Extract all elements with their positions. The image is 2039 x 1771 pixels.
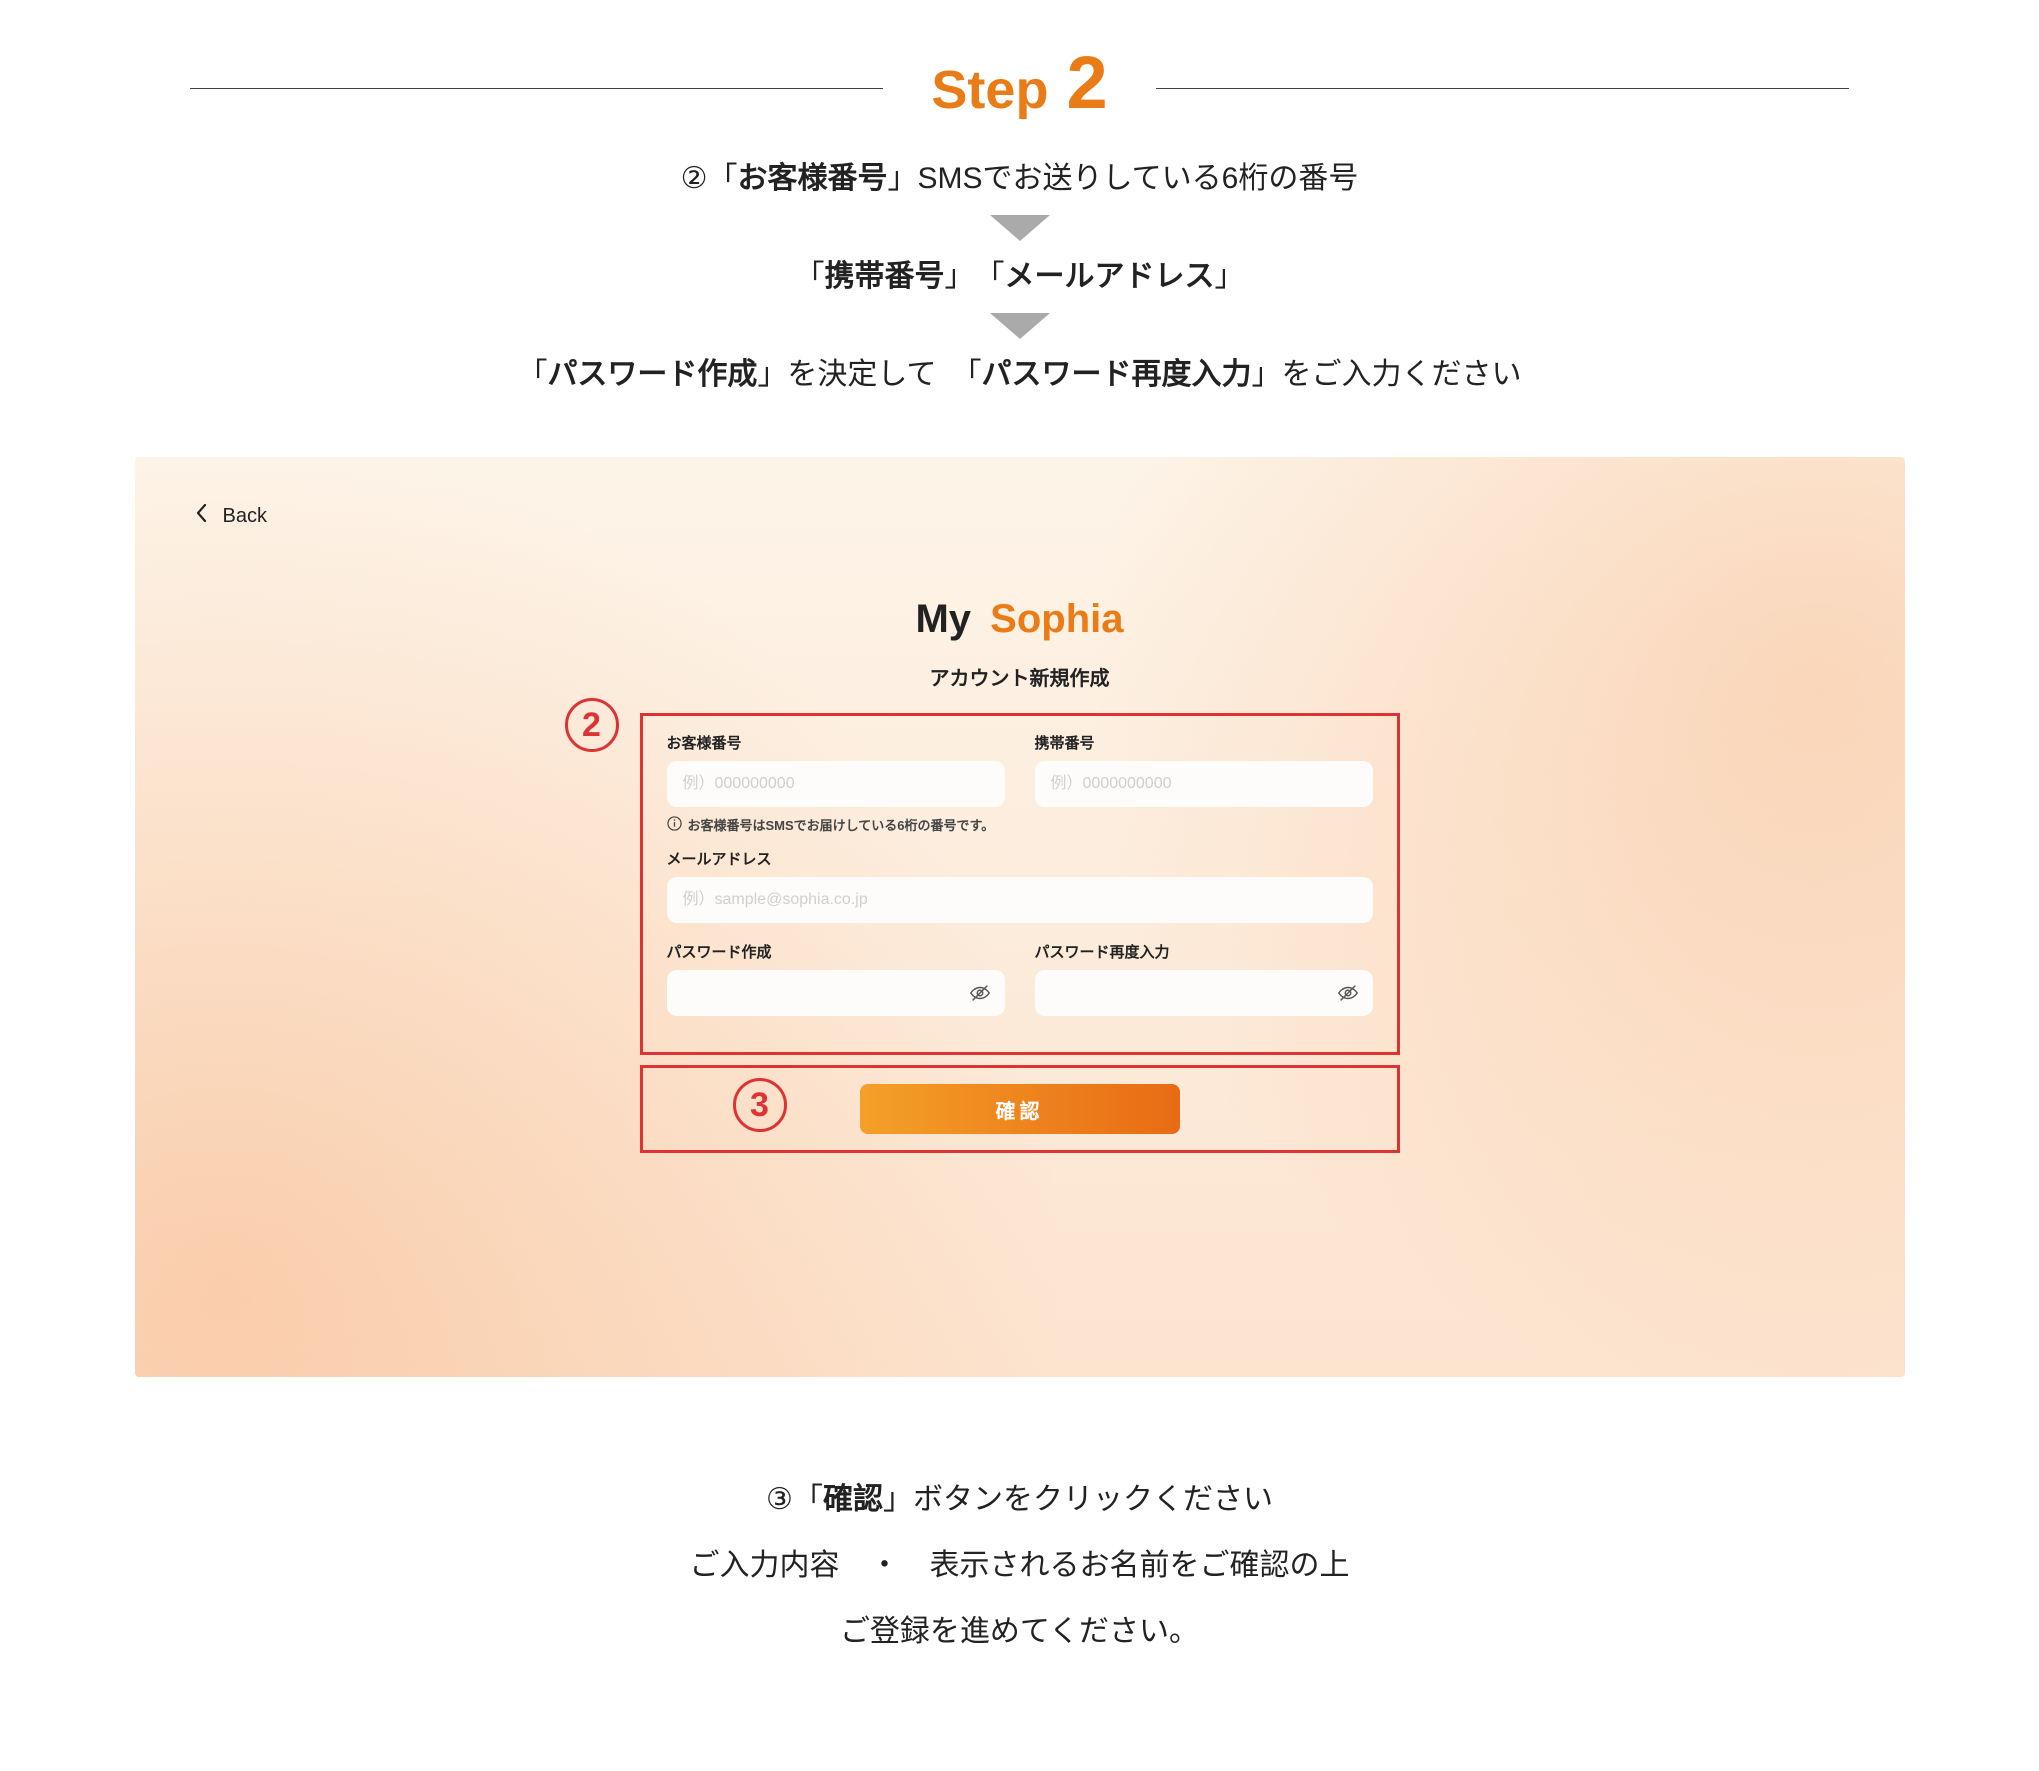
back-label: Back: [223, 505, 267, 528]
brand-sophia: Sophia: [990, 597, 1123, 641]
password-label: パスワード作成: [667, 941, 1005, 962]
text: 「: [795, 260, 825, 293]
instruction-line-2: 「携帯番号」 「メールアドレス」: [0, 253, 2039, 301]
email-input[interactable]: [667, 877, 1373, 923]
footer-line-2: ご入力内容 ・ 表示されるお名前をご確認の上: [0, 1533, 2039, 1599]
text-bold: メールアドレス: [1005, 260, 1215, 293]
chevron-left-icon: [195, 503, 207, 529]
text-bold: パスワード再度入力: [982, 358, 1252, 391]
instruction-flow: ②「お客様番号」SMSでお送りしている6桁の番号 「携帯番号」 「メールアドレス…: [0, 155, 2039, 399]
footer-line-3: ご登録を進めてください。: [0, 1599, 2039, 1665]
divider: [190, 88, 883, 89]
text: 」SMSでお送りしている6桁の番号: [888, 162, 1359, 195]
text: 」を決定して 「: [757, 358, 981, 391]
app-screenshot: Back My Sophia アカウント新規作成 2 お客様番号 携帯番号: [135, 457, 1905, 1377]
text-bold: 携帯番号: [825, 260, 945, 293]
info-icon: [667, 816, 682, 834]
step-word: Step: [931, 59, 1048, 121]
text: 」ボタンをクリックください: [883, 1483, 1273, 1516]
customer-number-label: お客様番号: [667, 732, 1005, 753]
text: ②「: [681, 162, 738, 195]
footer-line-1: ③「確認」ボタンをクリックください: [0, 1467, 2039, 1533]
brand-my: My: [915, 597, 971, 641]
password-confirm-label: パスワード再度入力: [1035, 941, 1373, 962]
password-field: パスワード作成: [667, 941, 1005, 1016]
phone-label: 携帯番号: [1035, 732, 1373, 753]
email-label: メールアドレス: [667, 848, 1373, 869]
form-fields-box: 2 お客様番号 携帯番号 お客様番号はSMSでお届けしている6桁の番号です。: [640, 713, 1400, 1055]
brand-title: My Sophia: [640, 597, 1400, 642]
text: 」: [1215, 260, 1245, 293]
confirm-button[interactable]: 確認: [860, 1084, 1180, 1134]
footer-instructions: ③「確認」ボタンをクリックください ご入力内容 ・ 表示されるお名前をご確認の上…: [0, 1467, 2039, 1665]
password-confirm-field: パスワード再度入力: [1035, 941, 1373, 1016]
text: 」をご入力ください: [1252, 358, 1522, 391]
divider: [1156, 88, 1849, 89]
email-field: メールアドレス: [667, 848, 1373, 923]
callout-3: 3: [733, 1078, 787, 1132]
text-bold: パスワード作成: [547, 358, 757, 391]
text: ③「: [766, 1483, 823, 1516]
text-bold: お客様番号: [738, 162, 888, 195]
instruction-line-3: 「パスワード作成」を決定して 「パスワード再度入力」をご入力ください: [0, 351, 2039, 399]
arrow-down-icon: [990, 215, 1050, 241]
text: 「: [517, 358, 547, 391]
hint-text: お客様番号はSMSでお届けしている6桁の番号です。: [688, 815, 995, 834]
eye-off-icon[interactable]: [969, 982, 991, 1004]
confirm-button-box: 3 確認: [640, 1065, 1400, 1153]
step-header: Step 2: [190, 40, 1849, 125]
arrow-down-icon: [990, 313, 1050, 339]
step-number: 2: [1066, 40, 1107, 125]
text: 」 「: [945, 260, 1005, 293]
password-input[interactable]: [667, 970, 1005, 1016]
text-bold: 確認: [823, 1483, 883, 1516]
callout-2: 2: [565, 698, 619, 752]
password-confirm-input[interactable]: [1035, 970, 1373, 1016]
customer-number-hint: お客様番号はSMSでお届けしている6桁の番号です。: [667, 815, 1373, 834]
eye-off-icon[interactable]: [1337, 982, 1359, 1004]
customer-number-field: お客様番号: [667, 732, 1005, 807]
step-label: Step 2: [931, 40, 1107, 125]
form-subtitle: アカウント新規作成: [640, 662, 1400, 691]
customer-number-input[interactable]: [667, 761, 1005, 807]
phone-input[interactable]: [1035, 761, 1373, 807]
back-button[interactable]: Back: [195, 503, 267, 529]
phone-field: 携帯番号: [1035, 732, 1373, 807]
form-card: My Sophia アカウント新規作成 2 お客様番号 携帯番号 お客: [640, 597, 1400, 1153]
instruction-line-1: ②「お客様番号」SMSでお送りしている6桁の番号: [0, 155, 2039, 203]
